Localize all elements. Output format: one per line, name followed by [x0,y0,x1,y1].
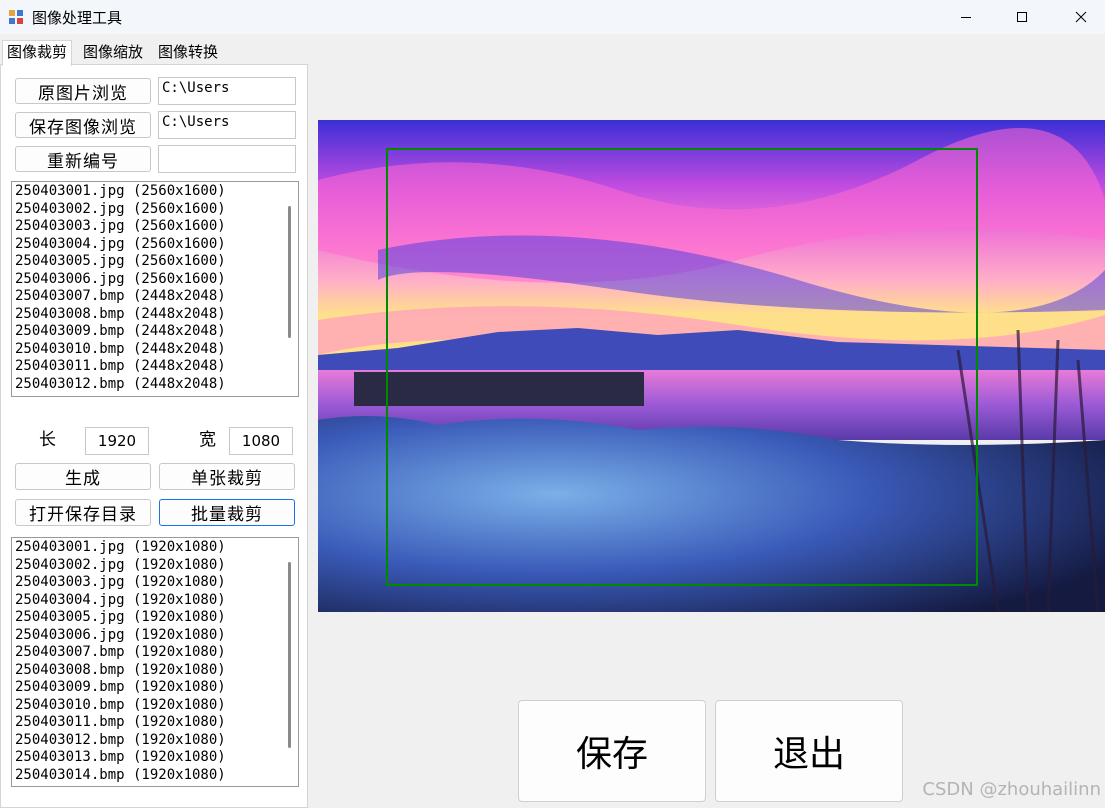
tab-image-scale[interactable]: 图像缩放 [79,41,147,63]
output-list-scroll-thumb[interactable] [288,562,291,748]
close-button[interactable] [1058,0,1104,34]
app-icon [9,10,23,24]
title-bar: 图像处理工具 [0,0,1105,34]
browse-save-button[interactable]: 保存图像浏览 [15,112,151,138]
list-item[interactable]: 250403003.jpg (2560x1600) [15,218,226,236]
open-save-dir-button[interactable]: 打开保存目录 [15,499,151,526]
source-file-items: 250403001.jpg (2560x1600) 250403002.jpg (… [15,183,226,393]
save-button[interactable]: 保存 [518,700,706,802]
output-file-list[interactable]: 250403001.jpg (1920x1080) 250403002.jpg (… [11,537,299,787]
browse-source-button[interactable]: 原图片浏览 [15,78,151,104]
list-item[interactable]: 250403001.jpg (2560x1600) [15,183,226,201]
list-item[interactable]: 250403009.bmp (1920x1080) [15,679,226,697]
list-item[interactable]: 250403005.jpg (1920x1080) [15,609,226,627]
list-item[interactable]: 250403009.bmp (2448x2048) [15,323,226,341]
list-item[interactable]: 250403007.bmp (2448x2048) [15,288,226,306]
list-item[interactable]: 250403011.bmp (2448x2048) [15,358,226,376]
crop-tab-page: 原图片浏览 C:\Users 保存图像浏览 C:\Users 重新编号 2504… [0,64,308,808]
maximize-button[interactable] [999,0,1045,34]
minimize-button[interactable] [943,0,989,34]
tab-strip: 图像裁剪 图像缩放 图像转换 [0,40,310,66]
save-path-field[interactable]: C:\Users [158,111,296,139]
batch-crop-button[interactable]: 批量裁剪 [159,499,295,526]
list-item[interactable]: 250403002.jpg (2560x1600) [15,201,226,219]
list-item[interactable]: 250403003.jpg (1920x1080) [15,574,226,592]
list-item[interactable]: 250403004.jpg (2560x1600) [15,236,226,254]
list-item[interactable]: 250403006.jpg (2560x1600) [15,271,226,289]
list-item[interactable]: 250403007.bmp (1920x1080) [15,644,226,662]
list-item[interactable]: 250403010.bmp (2448x2048) [15,341,226,359]
minimize-icon [961,17,971,18]
renumber-button[interactable]: 重新编号 [15,146,151,172]
generate-button[interactable]: 生成 [15,463,151,490]
length-label: 长 [39,430,56,450]
source-path-field[interactable]: C:\Users [158,77,296,105]
list-item[interactable]: 250403001.jpg (1920x1080) [15,539,226,557]
list-item[interactable]: 250403005.jpg (2560x1600) [15,253,226,271]
list-item[interactable]: 250403012.bmp (2448x2048) [15,376,226,394]
list-item[interactable]: 250403006.jpg (1920x1080) [15,627,226,645]
width-field[interactable]: 1080 [229,427,293,455]
single-crop-button[interactable]: 单张裁剪 [159,463,295,490]
list-item[interactable]: 250403008.bmp (2448x2048) [15,306,226,324]
list-item[interactable]: 250403014.bmp (1920x1080) [15,767,226,785]
close-icon [1075,11,1087,23]
list-item[interactable]: 250403008.bmp (1920x1080) [15,662,226,680]
tab-image-crop[interactable]: 图像裁剪 [2,40,73,66]
width-label: 宽 [199,430,216,450]
list-item[interactable]: 250403011.bmp (1920x1080) [15,714,226,732]
watermark: CSDN @zhouhailinn [922,779,1101,800]
window-title: 图像处理工具 [32,9,123,27]
list-item[interactable]: 250403013.bmp (1920x1080) [15,749,226,767]
length-field[interactable]: 1920 [85,427,149,455]
source-list-scroll-thumb[interactable] [288,206,291,338]
output-list-scrollbar[interactable] [282,538,298,786]
output-file-items: 250403001.jpg (1920x1080) 250403002.jpg (… [15,539,226,784]
tab-image-convert[interactable]: 图像转换 [154,41,222,63]
list-item[interactable]: 250403002.jpg (1920x1080) [15,557,226,575]
list-item[interactable]: 250403004.jpg (1920x1080) [15,592,226,610]
list-item[interactable]: 250403010.bmp (1920x1080) [15,697,226,715]
crop-rectangle[interactable] [386,148,978,586]
source-file-list[interactable]: 250403001.jpg (2560x1600) 250403002.jpg (… [11,181,299,397]
renumber-field[interactable] [158,145,296,173]
maximize-icon [1017,12,1027,22]
exit-button[interactable]: 退出 [715,700,903,802]
image-preview[interactable] [318,120,1105,612]
source-list-scrollbar[interactable] [282,182,298,396]
list-item[interactable]: 250403012.bmp (1920x1080) [15,732,226,750]
